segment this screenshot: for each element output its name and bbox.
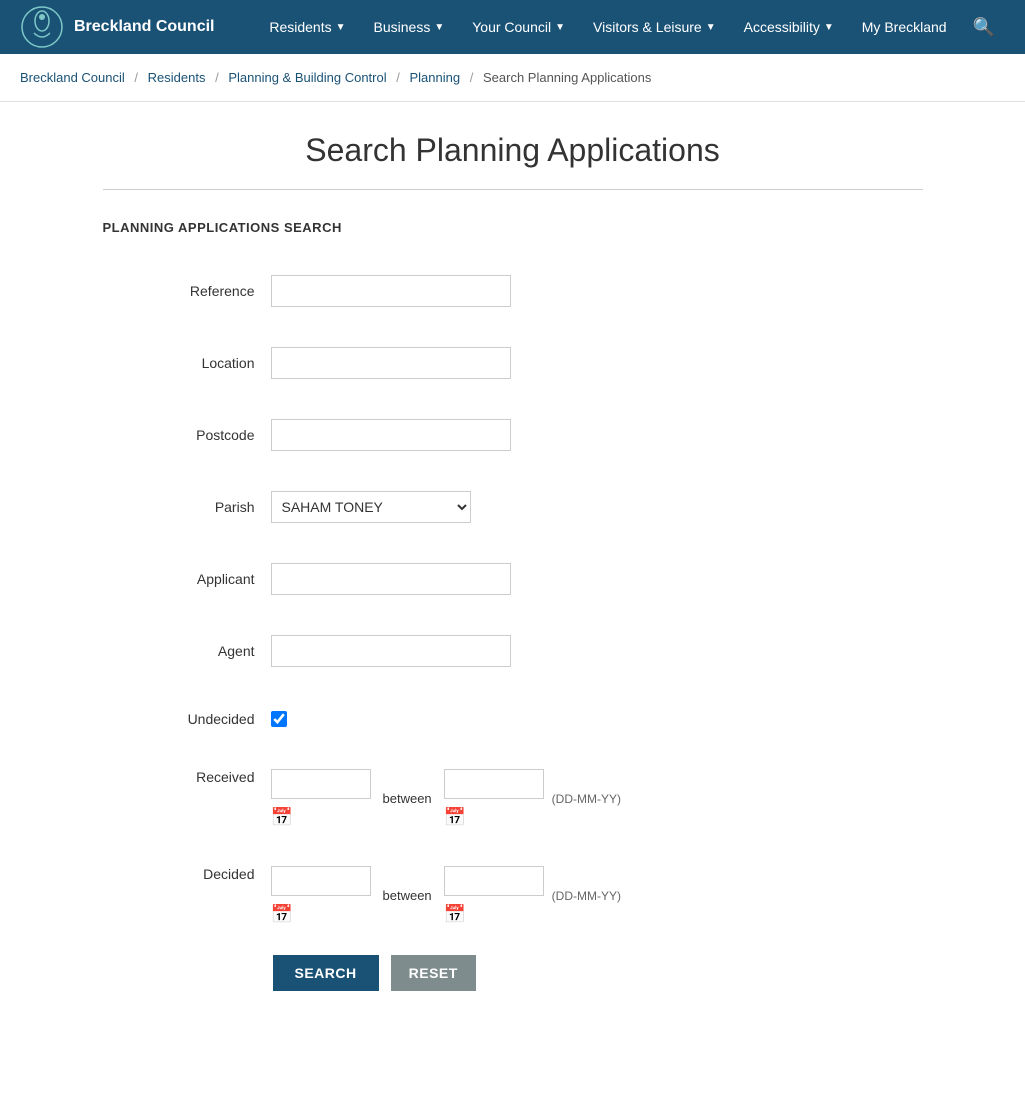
site-header: Breckland Council Residents ▼ Business ▼… [0,0,1025,54]
calendar-icon[interactable]: 📅 [444,904,544,925]
reset-button[interactable]: RESET [391,955,476,991]
calendar-icon[interactable]: 📅 [444,807,544,828]
undecided-row: Undecided [103,697,923,741]
logo-icon [20,5,64,49]
parish-label: Parish [103,481,263,533]
postcode-label: Postcode [103,409,263,461]
search-icon[interactable]: 🔍 [963,9,1005,46]
breadcrumb-link-planning-building[interactable]: Planning & Building Control [228,70,386,85]
nav-my-breckland[interactable]: My Breckland [850,11,959,43]
received-start-input[interactable] [271,769,371,799]
location-row: Location [103,337,923,389]
nav-accessibility[interactable]: Accessibility ▼ [732,11,846,43]
agent-label: Agent [103,625,263,677]
applicant-input[interactable] [271,563,511,595]
search-form: Reference Location Postcode [103,265,923,935]
decided-between-label: between [383,888,432,903]
agent-input[interactable] [271,635,511,667]
breadcrumb-link-residents[interactable]: Residents [148,70,206,85]
reference-input[interactable] [271,275,511,307]
received-row: Received 📅 between 📅 (DD-MM-YY) [103,761,923,838]
calendar-icon[interactable]: 📅 [271,807,371,828]
decided-label: Decided [103,858,263,935]
postcode-row: Postcode [103,409,923,461]
main-nav: Residents ▼ Business ▼ Your Council ▼ Vi… [257,9,1005,46]
location-input[interactable] [271,347,511,379]
breadcrumb-current: Search Planning Applications [483,70,651,85]
chevron-down-icon: ▼ [434,22,444,33]
breadcrumb-link-planning[interactable]: Planning [410,70,461,85]
nav-business[interactable]: Business ▼ [362,11,457,43]
breadcrumb-link-home[interactable]: Breckland Council [20,70,125,85]
chevron-down-icon: ▼ [824,22,834,33]
chevron-down-icon: ▼ [336,22,346,33]
applicant-row: Applicant [103,553,923,605]
reference-row: Reference [103,265,923,317]
decided-date-format: (DD-MM-YY) [552,889,621,903]
nav-residents[interactable]: Residents ▼ [257,11,357,43]
calendar-icon[interactable]: 📅 [271,904,371,925]
breadcrumb: Breckland Council / Residents / Planning… [0,54,1025,102]
form-buttons: SEARCH RESET [103,955,923,991]
parish-row: Parish SAHAM TONEYATTLEBOROUGHBANHAMDERE… [103,481,923,533]
logo-text: Breckland Council [74,18,214,36]
chevron-down-icon: ▼ [555,22,565,33]
received-between-label: between [383,791,432,806]
nav-visitors-leisure[interactable]: Visitors & Leisure ▼ [581,11,728,43]
agent-row: Agent [103,625,923,677]
location-label: Location [103,337,263,389]
postcode-input[interactable] [271,419,511,451]
applicant-label: Applicant [103,553,263,605]
main-content: Search Planning Applications PLANNING AP… [83,102,943,1051]
received-date-format: (DD-MM-YY) [552,792,621,806]
nav-your-council[interactable]: Your Council ▼ [460,11,577,43]
chevron-down-icon: ▼ [706,22,716,33]
section-heading: PLANNING APPLICATIONS SEARCH [103,220,923,235]
received-end-input[interactable] [444,769,544,799]
received-label: Received [103,761,263,838]
undecided-checkbox[interactable] [271,711,287,727]
page-title: Search Planning Applications [103,132,923,169]
reference-label: Reference [103,265,263,317]
parish-select[interactable]: SAHAM TONEYATTLEBOROUGHBANHAMDEREHAMSWAF… [271,491,471,523]
logo-link[interactable]: Breckland Council [20,5,214,49]
search-button[interactable]: SEARCH [273,955,379,991]
title-divider [103,189,923,190]
decided-start-input[interactable] [271,866,371,896]
decided-end-input[interactable] [444,866,544,896]
undecided-label: Undecided [103,697,263,741]
decided-row: Decided 📅 between 📅 (DD-MM-YY) [103,858,923,935]
